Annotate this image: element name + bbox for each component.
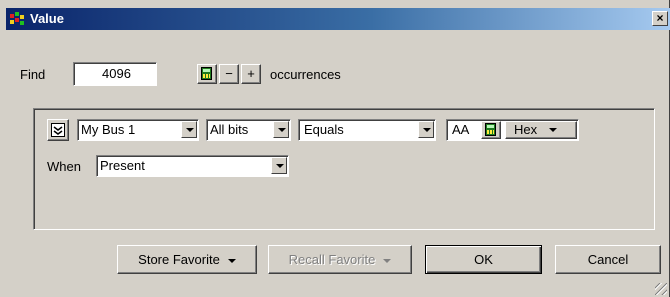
value-input[interactable]: AA [452, 122, 469, 137]
bus-select[interactable]: My Bus 1 [77, 119, 199, 141]
plus-icon: + [247, 66, 255, 81]
ok-button[interactable]: OK [425, 245, 542, 274]
chevron-down-icon[interactable] [271, 157, 287, 174]
format-select[interactable]: Hex [505, 121, 577, 139]
decrement-button[interactable]: − [219, 64, 239, 84]
close-icon: × [656, 11, 664, 25]
window-title: Value [30, 11, 64, 26]
occurrence-count-value: 4096 [102, 66, 131, 81]
calculator-icon [201, 67, 212, 80]
occurrence-count-input[interactable]: 4096 [73, 62, 157, 86]
format-select-value: Hex [514, 122, 538, 137]
increment-button[interactable]: + [241, 64, 261, 84]
close-button[interactable]: × [652, 11, 668, 26]
value-calculator-button[interactable] [481, 121, 501, 139]
store-favorite-button[interactable]: Store Favorite [117, 245, 257, 274]
logic-analyzer-icon [10, 12, 24, 25]
operator-select[interactable]: Equals [298, 119, 436, 141]
when-select[interactable]: Present [96, 155, 289, 177]
bits-select[interactable]: All bits [206, 119, 291, 141]
chevron-down-icon [383, 258, 392, 263]
find-label: Find [20, 67, 46, 82]
resize-grip-icon[interactable] [655, 283, 667, 295]
cancel-button[interactable]: Cancel [555, 245, 661, 274]
title-bar[interactable]: Value × [6, 8, 670, 30]
operator-select-value: Equals [304, 122, 344, 137]
calculator-button[interactable] [197, 64, 217, 84]
chevron-down-icon[interactable] [418, 121, 434, 138]
value-input-group[interactable]: AA Hex [446, 119, 579, 141]
chevron-down-icon [549, 128, 557, 132]
chevron-down-icon[interactable] [181, 121, 197, 138]
cancel-label: Cancel [587, 252, 629, 267]
when-select-value: Present [100, 158, 145, 173]
bus-select-value: My Bus 1 [81, 122, 136, 137]
value-dialog: Value × Find 4096 − + occurrences My Bus… [0, 0, 670, 297]
ok-label: OK [474, 252, 493, 267]
collapse-toggle-button[interactable] [47, 119, 69, 141]
occurrences-label: occurrences [270, 67, 341, 82]
recall-favorite-label: Recall Favorite [288, 252, 376, 267]
calculator-icon [485, 123, 496, 136]
bits-select-value: All bits [210, 122, 249, 137]
recall-favorite-button: Recall Favorite [268, 245, 412, 274]
collapse-toggle-icon [51, 123, 65, 137]
minus-icon: − [225, 66, 233, 81]
when-label: When [47, 159, 81, 174]
store-favorite-label: Store Favorite [138, 252, 220, 267]
chevron-down-icon[interactable] [273, 121, 289, 138]
chevron-down-icon [227, 258, 236, 263]
